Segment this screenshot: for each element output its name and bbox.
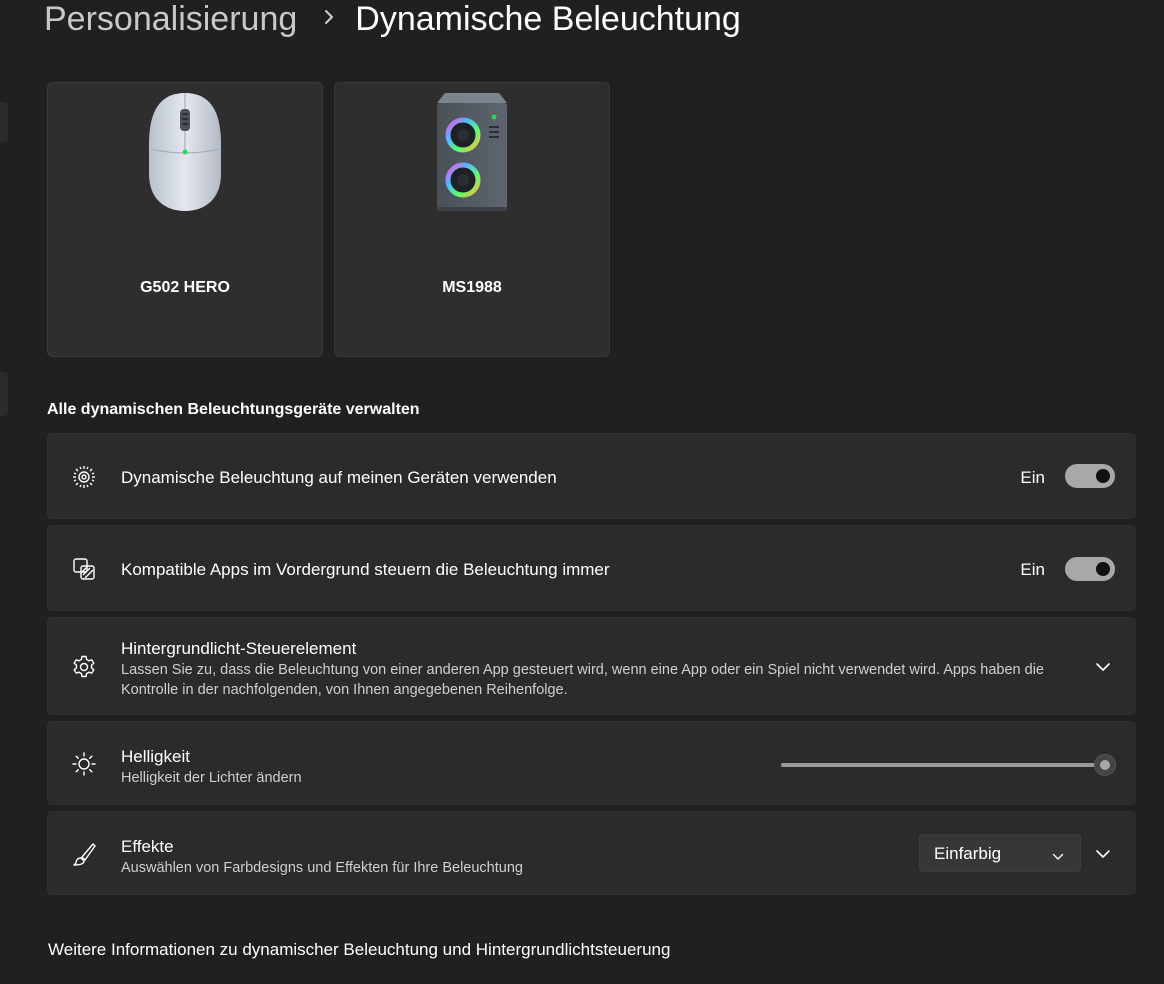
nav-edge-tab	[0, 102, 8, 142]
setting-row-use-dynamic-lighting: Dynamische Beleuchtung auf meinen Geräte…	[47, 433, 1136, 519]
setting-title: Effekte	[121, 837, 174, 856]
setting-description: Auswählen von Farbdesigns und Effekten f…	[121, 860, 523, 876]
dropdown-selected-value: Einfarbig	[934, 844, 1002, 863]
setting-title: Dynamische Beleuchtung auf meinen Geräte…	[121, 468, 557, 487]
setting-description: Helligkeit der Lichter ändern	[121, 770, 302, 786]
setting-row-brightness: Helligkeit Helligkeit der Lichter ändern	[47, 721, 1136, 805]
chevron-down-icon	[1052, 848, 1064, 866]
mouse-icon	[140, 89, 230, 224]
pc-case-icon	[427, 89, 517, 224]
setting-row-effects: Effekte Auswählen von Farbdesigns und Ef…	[47, 811, 1136, 895]
chevron-right-icon	[323, 0, 335, 42]
chevron-down-icon[interactable]	[1093, 657, 1113, 677]
toggle-knob	[1096, 469, 1110, 483]
effects-dropdown[interactable]: Einfarbig	[919, 834, 1081, 872]
device-card-ms1988[interactable]: MS1988	[334, 82, 610, 357]
learn-more-link[interactable]: Weitere Informationen zu dynamischer Bel…	[48, 940, 670, 960]
gear-icon	[70, 653, 98, 681]
setting-row-foreground-apps: Kompatible Apps im Vordergrund steuern d…	[47, 525, 1136, 611]
use-dynamic-lighting-toggle[interactable]	[1065, 464, 1115, 488]
apps-lighting-icon	[70, 555, 98, 583]
lighting-icon	[70, 463, 98, 491]
setting-title: Helligkeit	[121, 747, 190, 766]
brightness-slider-thumb[interactable]	[1094, 754, 1116, 776]
breadcrumb-parent[interactable]: Personalisierung	[44, 0, 297, 42]
breadcrumb: Personalisierung Dynamische Beleuchtung	[44, 0, 741, 42]
toggle-state-label: Ein	[1020, 560, 1045, 579]
toggle-knob	[1096, 562, 1110, 576]
toggle-state-label: Ein	[1020, 468, 1045, 487]
section-title: Alle dynamischen Beleuchtungsgeräte verw…	[47, 401, 420, 418]
foreground-apps-toggle[interactable]	[1065, 557, 1115, 581]
sun-icon	[70, 750, 98, 778]
setting-title: Kompatible Apps im Vordergrund steuern d…	[121, 560, 610, 579]
device-card-g502-hero[interactable]: G502 HERO	[47, 82, 323, 357]
chevron-down-icon[interactable]	[1093, 844, 1113, 864]
page-title: Dynamische Beleuchtung	[355, 0, 741, 38]
brightness-slider-track[interactable]	[781, 763, 1105, 767]
nav-edge-tab	[0, 372, 8, 416]
brush-icon	[70, 840, 98, 868]
device-name: G502 HERO	[140, 279, 230, 296]
setting-title: Hintergrundlicht-Steuerelement	[121, 639, 357, 658]
setting-row-background-control[interactable]: Hintergrundlicht-Steuerelement Lassen Si…	[47, 617, 1136, 715]
device-name: MS1988	[442, 279, 502, 296]
setting-description: Lassen Sie zu, dass die Beleuchtung von …	[121, 662, 1044, 698]
